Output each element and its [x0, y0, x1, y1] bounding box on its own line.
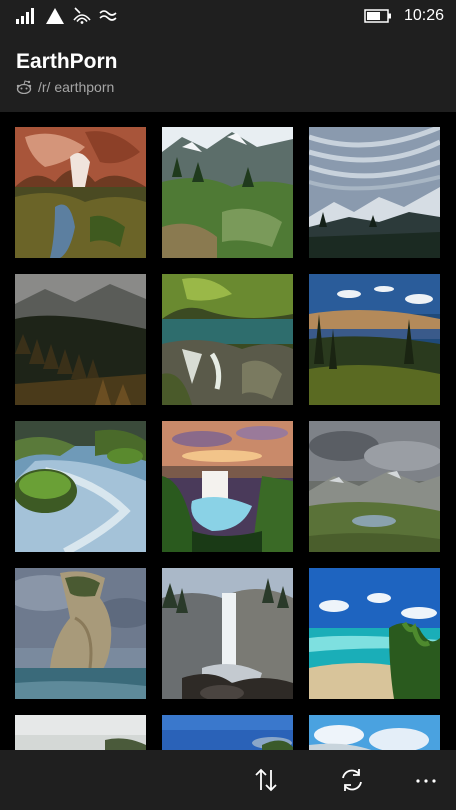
wifi-icon	[73, 7, 91, 24]
image-tile[interactable]	[162, 421, 293, 552]
signal-icon	[16, 8, 34, 24]
partial-blue-sky-image	[162, 715, 293, 750]
red-canyon-pool-image	[15, 127, 146, 258]
image-tile[interactable]	[15, 127, 146, 258]
image-tile[interactable]	[162, 715, 293, 750]
image-tile[interactable]	[162, 274, 293, 405]
image-tile[interactable]	[15, 421, 146, 552]
data-icon	[99, 10, 117, 21]
image-tile[interactable]	[309, 421, 440, 552]
image-tile[interactable]	[309, 568, 440, 699]
page-header: EarthPorn /r/ earthporn	[0, 32, 456, 112]
image-grid[interactable]	[0, 112, 456, 750]
image-tile[interactable]	[15, 568, 146, 699]
more-ellipsis-icon	[416, 779, 436, 783]
partial-cloud-sky-image	[309, 715, 440, 750]
image-tile[interactable]	[162, 127, 293, 258]
clock-time: 10:26	[404, 7, 445, 24]
app-bar	[0, 750, 456, 810]
more-button[interactable]	[408, 762, 444, 798]
cloudy-alpine-lake-image	[309, 421, 440, 552]
dark-pine-valley-image	[15, 274, 146, 405]
image-tile[interactable]	[162, 568, 293, 699]
image-tile[interactable]	[309, 715, 440, 750]
refresh-button[interactable]	[334, 762, 370, 798]
subreddit-label: /r/ earthporn	[38, 79, 115, 95]
image-tile[interactable]	[15, 715, 146, 750]
misty-river-mossy-rock-image	[15, 421, 146, 552]
tropical-beach-image	[309, 568, 440, 699]
green-mountain-meadow-image	[162, 127, 293, 258]
lake-sunset-clouds-image	[309, 274, 440, 405]
image-tile[interactable]	[15, 274, 146, 405]
page-title: EarthPorn	[16, 50, 118, 73]
refresh-icon	[342, 769, 362, 791]
cliff-waterfall-image	[162, 568, 293, 699]
triangle-icon	[46, 8, 64, 24]
sea-stack-rock-image	[15, 568, 146, 699]
mossy-rocks-stream-image	[162, 274, 293, 405]
battery-icon	[364, 9, 391, 23]
image-tile[interactable]	[309, 274, 440, 405]
sort-button[interactable]	[248, 762, 284, 798]
status-bar: 10:26	[0, 0, 456, 32]
reddit-alien-icon	[16, 80, 32, 94]
sort-arrows-icon	[255, 768, 277, 792]
image-tile[interactable]	[309, 127, 440, 258]
sunset-waterfall-image	[162, 421, 293, 552]
partial-white-sky-image	[15, 715, 146, 750]
streaky-sky-snowcaps-image	[309, 127, 440, 258]
